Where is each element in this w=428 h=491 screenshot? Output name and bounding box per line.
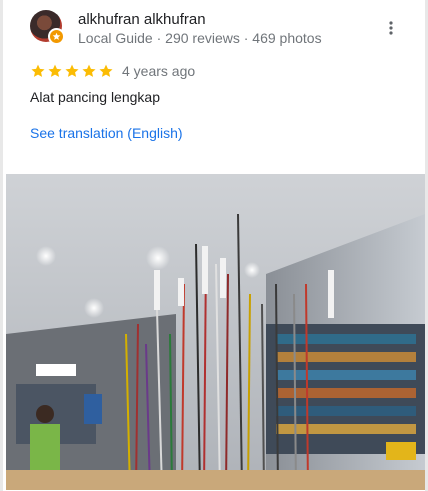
reviewer-meta: Local Guide · 290 reviews · 469 photos	[78, 30, 322, 46]
review-header: alkhufran alkhufran Local Guide · 290 re…	[30, 10, 409, 50]
review-card: alkhufran alkhufran Local Guide · 290 re…	[0, 0, 428, 491]
more-vert-icon[interactable]	[381, 18, 401, 38]
star-icon	[48, 64, 62, 77]
local-guide-badge-icon	[48, 28, 65, 45]
review-time: 4 years ago	[122, 63, 196, 79]
star-icon	[99, 64, 113, 77]
star-icon	[65, 64, 79, 77]
review-text: Alat pancing lengkap	[30, 89, 160, 105]
see-translation-link[interactable]: See translation (English)	[30, 125, 183, 141]
star-icon	[82, 64, 96, 77]
rating-row: 4 years ago	[30, 62, 195, 80]
star-rating	[30, 63, 114, 79]
reviewer-name[interactable]: alkhufran alkhufran	[78, 11, 206, 28]
reviewer-avatar[interactable]	[30, 10, 65, 45]
star-icon	[31, 64, 45, 77]
review-photo[interactable]	[6, 174, 425, 490]
